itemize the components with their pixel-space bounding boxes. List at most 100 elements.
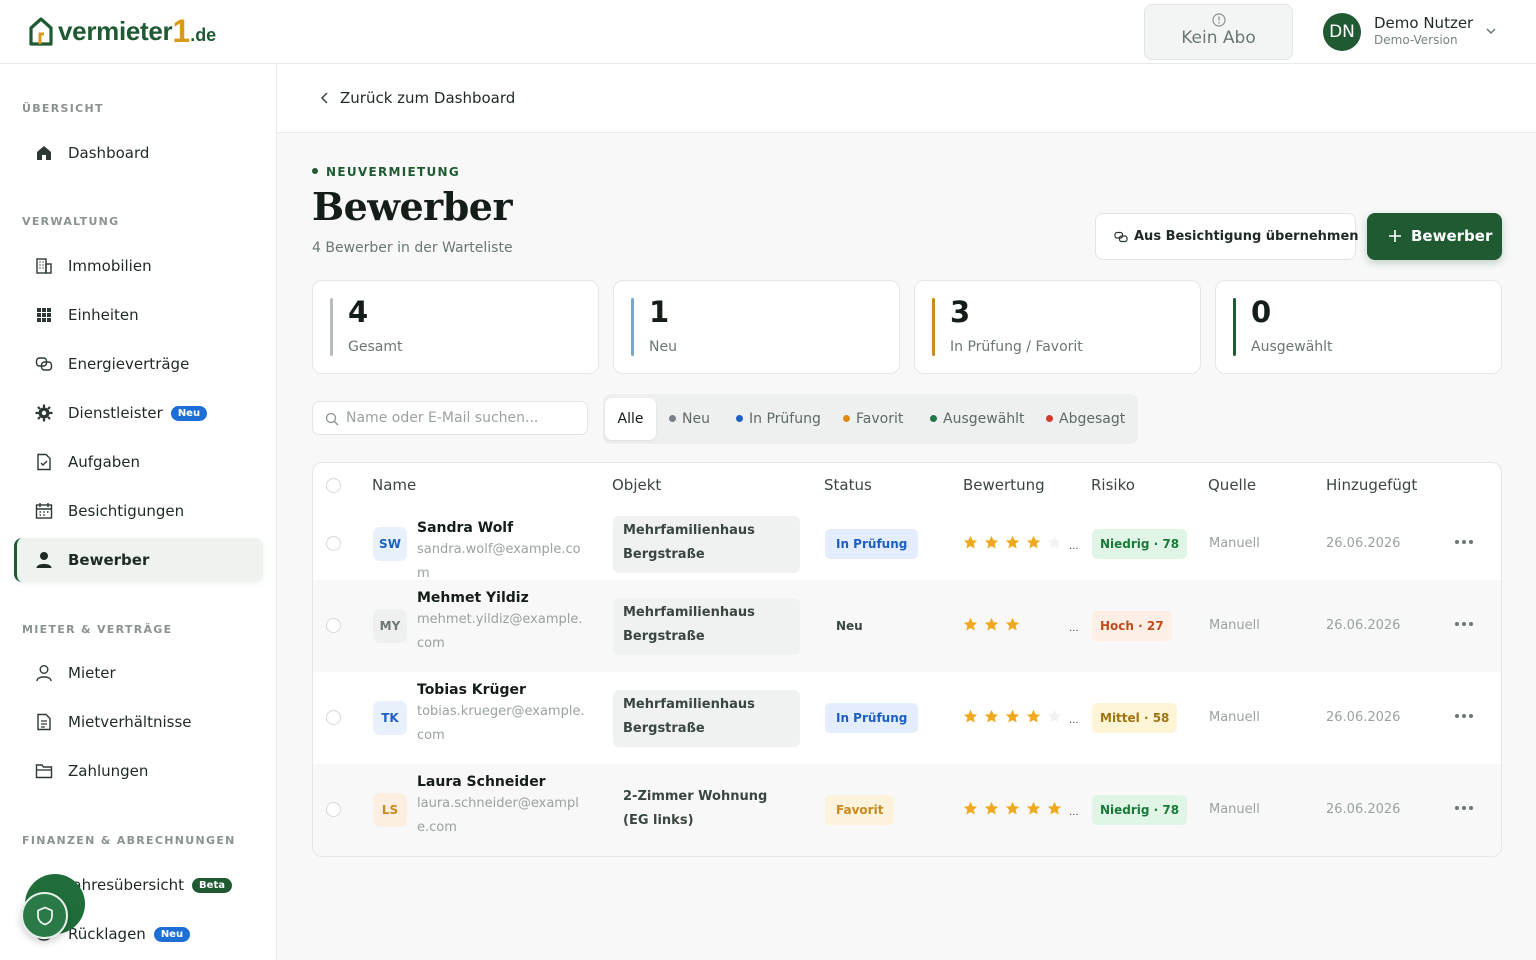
object-cell[interactable]: 2-Zimmer Wohnung (EG links): [613, 782, 800, 839]
table-row[interactable]: TK Tobias Krüger tobias.krueger@example.co…: [313, 672, 1501, 764]
rating-stars[interactable]: ...: [963, 709, 1079, 729]
table-row[interactable]: MY Mehmet Yildiz mehmet.yildiz@example.com…: [313, 580, 1501, 672]
row-checkbox[interactable]: [326, 535, 341, 551]
row-checkbox[interactable]: [326, 618, 341, 633]
applicant-name[interactable]: Laura Schneider: [417, 774, 546, 790]
col-added-header[interactable]: Hinzugefügt: [1326, 476, 1417, 494]
star-filled-icon[interactable]: [963, 535, 978, 550]
back-to-dashboard-link[interactable]: Zurück zum Dashboard: [340, 89, 515, 107]
star-empty-icon[interactable]: [1026, 617, 1041, 632]
sidebar-item-besichtigungen[interactable]: Besichtigungen: [14, 489, 263, 533]
object-cell[interactable]: Mehrfamilienhaus Bergstraße: [613, 515, 800, 573]
sidebar-item-label: Einheiten: [68, 306, 139, 324]
rating-stars[interactable]: ...: [963, 801, 1079, 821]
row-checkbox[interactable]: [326, 802, 341, 817]
sidebar-item-einheiten[interactable]: Einheiten: [14, 293, 263, 337]
star-empty-icon[interactable]: [1047, 617, 1062, 632]
star-filled-icon[interactable]: [1047, 801, 1062, 816]
sidebar-item-immobilien[interactable]: Immobilien: [14, 244, 263, 288]
task-icon: [37, 453, 51, 471]
star-filled-icon[interactable]: [984, 535, 999, 550]
rating-stars[interactable]: ...: [963, 617, 1079, 637]
sidebar-item-energievertraege[interactable]: Energieverträge: [14, 342, 263, 386]
filter-new-chip[interactable]: Neu: [669, 398, 713, 440]
logo[interactable]: vermieter 1 .de: [28, 13, 216, 49]
filter-in-review-chip[interactable]: In Prüfung: [736, 398, 821, 440]
filter-favorite-chip[interactable]: Favorit: [843, 398, 905, 440]
chevron-down-icon[interactable]: [1484, 24, 1498, 38]
sidebar-item-zahlungen[interactable]: Zahlungen: [14, 749, 263, 793]
col-rating-header[interactable]: Bewertung: [963, 476, 1045, 494]
user-avatar[interactable]: DN: [1323, 13, 1361, 51]
star-empty-icon[interactable]: [1047, 709, 1062, 724]
more-actions-icon[interactable]: [1453, 538, 1475, 546]
logo-one: 1: [172, 13, 191, 49]
add-applicant-button[interactable]: Bewerber: [1367, 213, 1502, 260]
user-icon: [36, 552, 52, 568]
object-cell[interactable]: Mehrfamilienhaus Bergstraße: [613, 690, 800, 747]
star-filled-icon[interactable]: [963, 709, 978, 724]
eyebrow-text: NEUVERMIETUNG: [326, 165, 461, 179]
star-filled-icon[interactable]: [963, 801, 978, 816]
shield-fab-button[interactable]: [21, 892, 68, 939]
row-checkbox[interactable]: [326, 710, 341, 725]
star-filled-icon[interactable]: [1026, 709, 1041, 724]
star-empty-icon[interactable]: [1047, 535, 1062, 550]
sidebar-item-bewerber[interactable]: Bewerber: [14, 538, 263, 582]
search-input[interactable]: [346, 408, 581, 428]
stat-new-card[interactable]: 1 Neu: [613, 280, 900, 374]
col-source-header[interactable]: Quelle: [1208, 476, 1256, 494]
chevron-left-icon[interactable]: [319, 91, 331, 105]
sidebar-item-dashboard[interactable]: Dashboard: [14, 131, 263, 175]
stat-label: In Prüfung / Favorit: [950, 339, 1083, 355]
table-row[interactable]: LS Laura Schneider laura.schneider@example…: [313, 764, 1501, 856]
star-filled-icon[interactable]: [1005, 801, 1020, 816]
building-icon: [36, 258, 52, 274]
star-filled-icon[interactable]: [1026, 801, 1041, 816]
star-filled-icon[interactable]: [1005, 535, 1020, 550]
sidebar-item-aufgaben[interactable]: Aufgaben: [14, 440, 263, 484]
applicant-email: laura.schneider@example.com: [417, 796, 579, 835]
col-name-header[interactable]: Name: [372, 476, 416, 494]
filter-selected-chip[interactable]: Ausgewählt: [930, 398, 1025, 440]
more-actions-icon[interactable]: [1453, 804, 1475, 812]
col-status-header[interactable]: Status: [824, 476, 872, 494]
star-filled-icon[interactable]: [984, 617, 999, 632]
sidebar-item-mieter[interactable]: Mieter: [14, 651, 263, 695]
more-actions-icon[interactable]: [1453, 712, 1475, 720]
star-filled-icon[interactable]: [963, 617, 978, 632]
stat-total-card[interactable]: 4 Gesamt: [312, 280, 599, 374]
user-name[interactable]: Demo Nutzer: [1374, 14, 1473, 32]
search-box[interactable]: [312, 401, 588, 435]
filter-declined-chip[interactable]: Abgesagt: [1046, 398, 1126, 440]
rating-stars[interactable]: ...: [963, 535, 1079, 555]
filter-all-chip[interactable]: Alle: [605, 398, 656, 440]
sidebar-item-mietverhaeltnisse[interactable]: Mietverhältnisse: [14, 700, 263, 744]
stat-review-card[interactable]: 3 In Prüfung / Favorit: [914, 280, 1201, 374]
import-button-label: Aus Besichtigung übernehmen: [1134, 229, 1359, 244]
applicant-name[interactable]: Tobias Krüger: [417, 682, 526, 698]
applicant-name[interactable]: Sandra Wolf: [417, 520, 513, 536]
sidebar-section-tenants: MIETER & VERTRÄGE: [22, 623, 173, 636]
table-row[interactable]: SW Sandra Wolf sandra.wolf@example.com Mehr…: [313, 507, 1501, 581]
document-icon: [37, 713, 51, 731]
sidebar-section-management: VERWALTUNG: [22, 215, 120, 228]
applicant-name[interactable]: Mehmet Yildiz: [417, 590, 529, 606]
subscription-box[interactable]: Kein Abo: [1144, 4, 1293, 60]
object-cell[interactable]: Mehrfamilienhaus Bergstraße: [613, 598, 800, 655]
page-title: Bewerber: [312, 184, 512, 229]
col-risk-header[interactable]: Risiko: [1091, 476, 1135, 494]
star-filled-icon[interactable]: [1005, 709, 1020, 724]
star-filled-icon[interactable]: [1026, 535, 1041, 550]
star-filled-icon[interactable]: [984, 801, 999, 816]
import-from-viewing-button[interactable]: Aus Besichtigung übernehmen: [1095, 213, 1359, 260]
star-filled-icon[interactable]: [1005, 617, 1020, 632]
more-actions-icon[interactable]: [1453, 620, 1475, 628]
star-filled-icon[interactable]: [984, 709, 999, 724]
sidebar-item-dienstleister[interactable]: Dienstleister Neu: [14, 391, 263, 435]
status-badge: In Prüfung: [825, 703, 919, 733]
stat-selected-card[interactable]: 0 Ausgewählt: [1215, 280, 1502, 374]
stat-label: Ausgewählt: [1251, 339, 1333, 355]
select-all-checkbox[interactable]: [326, 478, 341, 493]
col-object-header[interactable]: Objekt: [612, 476, 661, 494]
